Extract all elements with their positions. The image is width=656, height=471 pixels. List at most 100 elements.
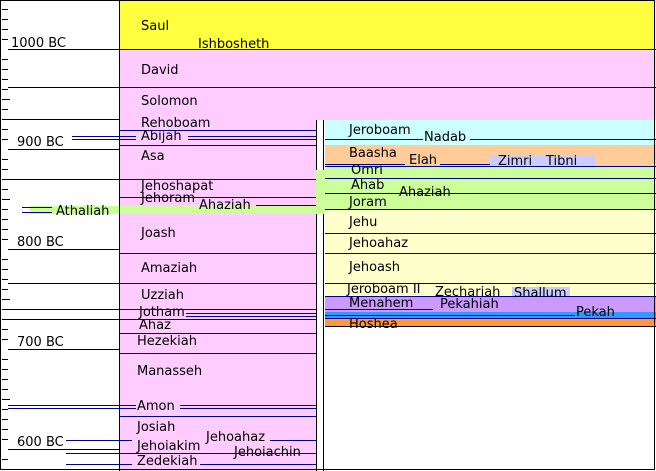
king-label-uzziah: Uzziah [141, 288, 184, 303]
reign-boundary [120, 145, 316, 146]
pekah-leader [325, 315, 575, 316]
king-label-ishbosheth: Ishbosheth [198, 37, 270, 52]
omri-connector [316, 170, 325, 214]
tick [2, 299, 10, 300]
king-label-nadab: Nadab [424, 130, 467, 145]
tick [2, 409, 8, 410]
tick [2, 219, 8, 220]
tick [2, 39, 8, 40]
tick [2, 89, 8, 90]
king-label-joash: Joash [141, 226, 176, 241]
king-label-jehoahaz-judah: Jehoahaz [206, 430, 266, 445]
amon-leader [8, 405, 136, 406]
king-label-shallum: Shallum [514, 286, 567, 301]
jehoiakim-leader [66, 440, 132, 441]
tick [2, 339, 8, 340]
tick [2, 189, 8, 190]
king-label-jehoiachin: Jehoiachin [234, 445, 301, 460]
jehoash-boundary [325, 253, 656, 254]
tick [2, 129, 8, 130]
king-label-joram: Joram [349, 195, 387, 210]
tick [2, 109, 8, 110]
king-label-hezekiah: Hezekiah [137, 334, 197, 349]
king-label-josiah: Josiah [137, 420, 176, 435]
tick [2, 329, 8, 330]
jotham-leader [186, 313, 316, 314]
tick [2, 459, 8, 460]
queen-label-athaliah: Athaliah [56, 204, 110, 219]
tick [2, 389, 8, 390]
king-label-zimri: Zimri [498, 154, 533, 169]
athaliah-leader [22, 212, 52, 213]
abijah-leader [72, 136, 136, 137]
king-label-asa: Asa [141, 149, 165, 164]
tick [2, 239, 8, 240]
abijah-leader [188, 139, 316, 140]
king-label-baasha: Baasha [349, 146, 397, 161]
year-label-800bc: 800 BC [17, 235, 64, 250]
tick [2, 379, 8, 380]
nadab-leader [325, 139, 423, 140]
reign-boundary [8, 179, 120, 180]
reign-boundary [120, 416, 316, 417]
tick [2, 439, 8, 440]
tick [2, 289, 8, 290]
tick [2, 69, 8, 70]
king-label-jeroboam-ii: Jeroboam II [347, 282, 421, 297]
jehoahaz-boundary [325, 233, 656, 234]
king-label-ahab: Ahab [351, 178, 385, 193]
king-label-david: David [141, 63, 179, 78]
king-label-amon: Amon [137, 399, 175, 414]
king-label-solomon: Solomon [141, 94, 198, 109]
tick [2, 259, 8, 260]
king-label-ahaziah-judah: Ahaziah [199, 198, 251, 213]
king-label-ahaziah-israel: Ahaziah [399, 185, 451, 200]
king-label-pekah: Pekah [576, 305, 615, 320]
ahab-boundary [325, 193, 656, 194]
tick [2, 229, 8, 230]
tick [2, 419, 8, 420]
king-label-saul: Saul [141, 19, 170, 34]
tick [2, 429, 8, 430]
athaliah-leader [22, 207, 52, 208]
reign-boundary [8, 319, 120, 320]
jehoiachin-leader [303, 453, 316, 454]
amon-leader [180, 408, 316, 409]
tick [2, 159, 8, 160]
jehoahaz-leader [270, 440, 316, 441]
tick [2, 399, 10, 400]
jotham-leader [186, 316, 316, 317]
king-label-jeroboam: Jeroboam [349, 123, 411, 138]
abijah-leader [72, 139, 136, 140]
king-label-manasseh: Manasseh [137, 364, 203, 379]
year-label-900bc: 900 BC [17, 135, 64, 150]
king-label-jehoram: Jehoram [141, 191, 195, 206]
king-label-jehoahaz-israel: Jehoahaz [349, 236, 409, 251]
amon-leader [180, 405, 316, 406]
reign-boundary [8, 283, 120, 284]
reign-boundary [120, 353, 316, 354]
reign-boundary [120, 283, 316, 284]
jehoiachin-leader [66, 453, 132, 454]
reign-boundary [8, 309, 120, 310]
king-label-hoshea: Hoshea [349, 317, 398, 332]
king-label-pekahiah: Pekahiah [440, 297, 499, 312]
tick [2, 19, 8, 20]
king-label-jehu: Jehu [349, 215, 378, 230]
david-reign [120, 50, 656, 88]
king-label-abijah: Abijah [141, 129, 182, 144]
abijah-leader [188, 136, 316, 137]
king-label-jehoiakim: Jehoiakim [137, 439, 201, 454]
reign-boundary [120, 253, 316, 254]
tick [2, 169, 8, 170]
king-label-jehoash: Jehoash [349, 260, 401, 275]
time-axis [119, 0, 120, 471]
year-label-600bc: 600 BC [17, 435, 64, 450]
king-label-ahaz: Ahaz [139, 318, 171, 333]
reign-boundary [8, 119, 120, 120]
king-label-tibni: Tibni [546, 154, 578, 169]
year-label-1000bc: 1000 BC [11, 36, 66, 51]
kings-timeline: 1000 BC 900 BC 800 BC 700 BC 600 BC Saul… [0, 0, 656, 471]
tick [2, 59, 8, 60]
ishbosheth-leader [270, 49, 656, 50]
